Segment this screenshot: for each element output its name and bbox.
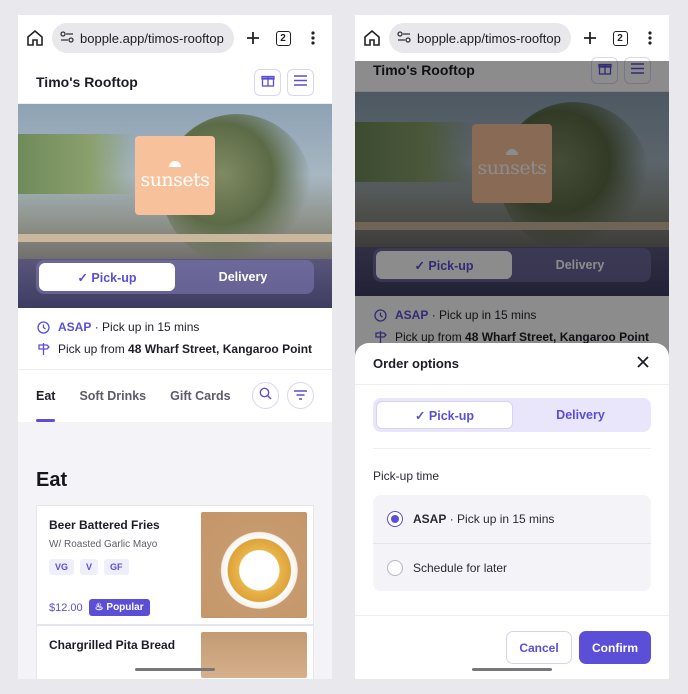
search-button[interactable] <box>252 382 279 409</box>
url-text: bopple.app/timos-rooftop <box>80 30 224 46</box>
asap-detail: · Pick up in 15 mins <box>94 320 200 334</box>
hero-rail <box>18 234 332 242</box>
gift-icon <box>260 73 275 92</box>
new-tab-icon[interactable] <box>242 31 264 45</box>
hamburger-icon <box>294 73 307 91</box>
tab-count: 2 <box>612 30 628 46</box>
radio-schedule-later[interactable]: Schedule for later <box>373 543 651 591</box>
radio-asap[interactable]: ASAP · Pick up in 15 mins <box>373 495 651 543</box>
sheet-title: Order options <box>373 356 459 371</box>
tab-count: 2 <box>275 30 291 46</box>
asap-row[interactable]: ASAP · Pick up in 15 mins <box>36 320 314 334</box>
pickup-time-label: Pick-up time <box>373 469 440 483</box>
item-price: $12.00 <box>49 601 83 614</box>
menu-area: Eat Beer Battered Fries W/ Roasted Garli… <box>18 422 332 679</box>
home-indicator <box>135 668 215 671</box>
url-bar[interactable]: bopple.app/timos-rooftop <box>52 23 234 53</box>
new-tab-icon[interactable] <box>579 31 601 45</box>
tab-switcher-button[interactable]: 2 <box>272 30 294 46</box>
venue-logo: sunsets <box>135 136 215 215</box>
delivery-option[interactable]: Delivery <box>175 263 311 291</box>
tag-vg: VG <box>49 559 75 575</box>
browser-bar: bopple.app/timos-rooftop 2 <box>18 15 332 61</box>
popular-badge: ♨ Popular <box>88 599 150 616</box>
pickup-prefix: Pick up from <box>58 342 129 356</box>
sheet-pickup-option[interactable]: ✓ Pick-up <box>376 401 513 429</box>
home-icon[interactable] <box>26 29 44 47</box>
pickup-option[interactable]: ✓ Pick-up <box>39 263 175 291</box>
item-title: Chargrilled Pita Bread <box>49 638 176 652</box>
section-heading: Eat <box>36 469 68 491</box>
tab-switcher-button[interactable]: 2 <box>609 30 631 46</box>
popular-label: Popular <box>106 602 144 613</box>
home-indicator <box>472 668 552 671</box>
site-settings-icon[interactable] <box>60 30 74 46</box>
sun-icon <box>169 160 181 167</box>
tab-soft-drinks[interactable]: Soft Drinks <box>79 370 146 422</box>
venue-title: Timo's Rooftop <box>36 74 138 90</box>
item-subtitle: W/ Roasted Garlic Mayo <box>49 539 158 550</box>
signpost-icon <box>36 342 50 356</box>
logo-text: sunsets <box>140 168 210 191</box>
clock-icon <box>36 320 50 334</box>
item-image <box>195 506 313 624</box>
confirm-button[interactable]: Confirm <box>579 631 651 664</box>
tag-v: V <box>80 559 99 575</box>
pickup-row[interactable]: Pick up from 48 Wharf Street, Kangaroo P… <box>36 342 314 356</box>
menu-button[interactable] <box>287 68 314 96</box>
tab-eat[interactable]: Eat <box>36 370 56 422</box>
close-icon[interactable] <box>637 355 649 373</box>
asap-label: ASAP <box>58 320 92 334</box>
gift-button[interactable] <box>254 68 281 96</box>
radio-selected-icon <box>387 511 403 527</box>
menu-item-card[interactable]: Beer Battered Fries W/ Roasted Garlic Ma… <box>36 505 314 625</box>
flame-icon: ♨ <box>94 602 104 613</box>
pita-photo <box>201 632 307 678</box>
opt-asap-label: ASAP <box>413 512 447 526</box>
radio-unselected-icon <box>387 559 403 576</box>
more-menu-icon[interactable] <box>639 31 661 45</box>
opt-asap-detail: · Pick up in 15 mins <box>449 512 555 526</box>
sheet-delivery-option[interactable]: Delivery <box>513 401 648 429</box>
pickup-address: 48 Wharf Street, Kangaroo Point <box>128 342 313 356</box>
divider <box>373 448 651 449</box>
order-options-sheet: Order options ✓ Pick-up Delivery Pick-up… <box>355 343 669 679</box>
tab-gift-cards[interactable]: Gift Cards <box>170 370 230 422</box>
item-title: Beer Battered Fries <box>49 518 160 532</box>
order-info: ASAP · Pick up in 15 mins Pick up from 4… <box>18 308 332 370</box>
tag-gf: GF <box>104 559 129 575</box>
more-menu-icon[interactable] <box>302 31 324 45</box>
phone-right: bopple.app/timos-rooftop 2 Timo's Roofto… <box>355 15 669 679</box>
fries-photo <box>201 512 307 618</box>
home-icon[interactable] <box>363 29 381 47</box>
pickup-time-options: ASAP · Pick up in 15 mins Schedule for l… <box>373 495 651 591</box>
item-image <box>195 626 313 679</box>
site-settings-icon[interactable] <box>397 30 411 46</box>
cancel-button[interactable]: Cancel <box>506 631 572 664</box>
menu-tabs: Eat Soft Drinks Gift Cards <box>18 370 332 422</box>
sheet-header: Order options <box>355 343 669 385</box>
sheet-order-mode-toggle: ✓ Pick-up Delivery <box>373 398 651 432</box>
dietary-tags: VG V GF <box>49 559 183 575</box>
venue-header: Timo's Rooftop <box>18 61 332 104</box>
filter-button[interactable] <box>287 382 314 409</box>
search-icon <box>259 387 272 405</box>
opt-later-label: Schedule for later <box>413 560 508 575</box>
venue-hero: sunsets ✓ Pick-up Delivery <box>18 104 332 308</box>
url-text: bopple.app/timos-rooftop <box>417 30 561 46</box>
filter-icon <box>294 387 307 405</box>
price-row: $12.00 ♨ Popular <box>49 599 150 616</box>
order-mode-toggle: ✓ Pick-up Delivery <box>36 260 314 294</box>
phone-left: bopple.app/timos-rooftop 2 Timo's Roofto… <box>18 15 332 679</box>
hero-plants <box>18 134 138 194</box>
